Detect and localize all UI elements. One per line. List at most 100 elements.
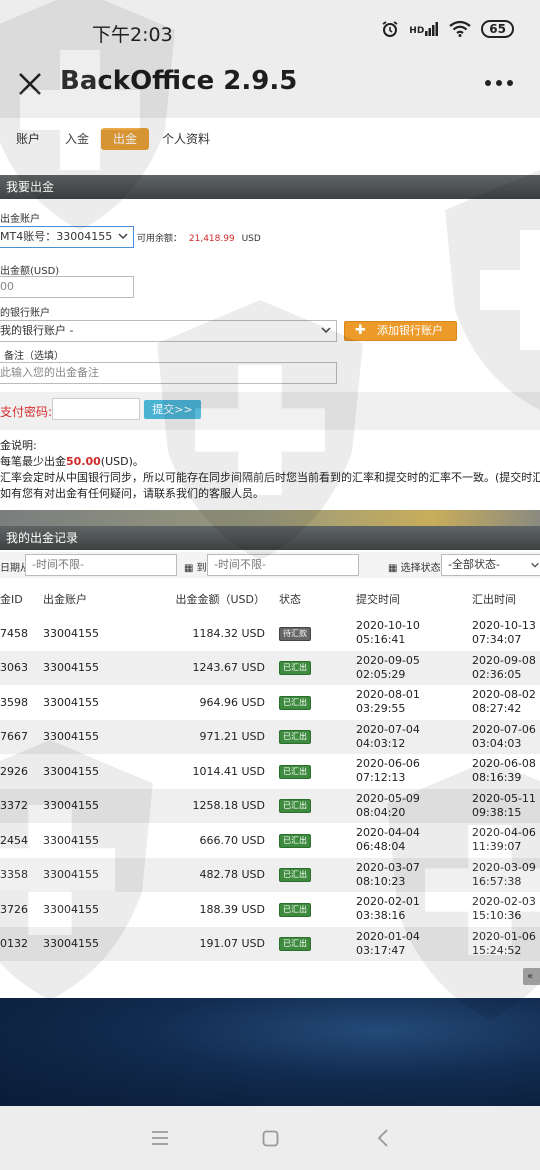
col-header-status: 状态 xyxy=(279,582,356,616)
cell-account: 33004155 xyxy=(43,823,144,858)
close-icon[interactable] xyxy=(16,70,44,98)
submit-time: 04:03:12 xyxy=(356,736,406,750)
amount-label: 出金额(USD) xyxy=(0,266,60,277)
app-bar: BackOffice 2.9.5 xyxy=(0,62,540,118)
cell-account: 33004155 xyxy=(43,892,144,927)
remit-date: 2020-04-06 xyxy=(472,826,536,840)
tab-account[interactable]: 账户 xyxy=(10,128,46,150)
cell-amount: 1258.18 USD xyxy=(144,788,279,823)
home-icon[interactable] xyxy=(262,1130,279,1147)
status-filter-value: -全部状态- xyxy=(448,558,500,571)
remit-time: 08:16:39 xyxy=(472,771,522,785)
cell-remit-time: 2020-04-06 11:39:07 xyxy=(472,823,540,858)
cell-id: 7667 xyxy=(0,719,43,754)
cell-amount: 188.39 USD xyxy=(144,892,279,927)
records-filter-bar: 日期从 -时间不限- ▦ 到 -时间不限- ▦ 选择状态 -全部状态- xyxy=(0,552,540,578)
remit-time: 07:34:07 xyxy=(472,633,522,647)
bank-select-value: 我的银行账户 - xyxy=(0,324,74,337)
submit-date: 2020-08-01 xyxy=(356,688,420,702)
memo-input[interactable]: 此输入您的出金备注 xyxy=(0,362,337,384)
submit-button[interactable]: 提交>> xyxy=(144,400,201,419)
calendar-icon: ▦ xyxy=(388,563,398,574)
system-nav-bar xyxy=(0,1106,540,1170)
cell-id: 0132 xyxy=(0,926,43,961)
cell-id: 3598 xyxy=(0,685,43,720)
cell-status: 已汇出 xyxy=(279,685,356,720)
notes-line-1-suffix: (USD)。 xyxy=(100,455,144,468)
status-filter-select[interactable]: -全部状态- xyxy=(441,554,540,576)
tab-profile[interactable]: 个人资料 xyxy=(158,128,214,150)
submit-time: 02:05:29 xyxy=(356,667,406,681)
bank-select[interactable]: 我的银行账户 - xyxy=(0,320,337,342)
cell-remit-time: 2020-03-09 16:57:38 xyxy=(472,857,540,892)
amount-input[interactable]: 00 xyxy=(0,276,134,298)
remit-date: 2020-08-02 xyxy=(472,688,536,702)
status-badge: 已汇出 xyxy=(279,902,311,917)
account-select[interactable]: MT4账号：33004155 xyxy=(0,226,134,248)
cell-account: 33004155 xyxy=(43,857,144,892)
cell-remit-time: 2020-09-08 02:36:05 xyxy=(472,650,540,685)
cell-id: 3063 xyxy=(0,650,43,685)
cell-account: 33004155 xyxy=(43,788,144,823)
cell-amount: 666.70 USD xyxy=(144,823,279,858)
submit-date: 2020-05-09 xyxy=(356,791,420,805)
notes-min-amount: 50.00 xyxy=(66,455,101,468)
notes-line-1-prefix: 每笔最少出金 xyxy=(0,455,66,468)
pagination-prev-button[interactable]: « xyxy=(523,968,540,985)
cell-status: 已汇出 xyxy=(279,754,356,789)
menu-icon[interactable] xyxy=(151,1130,169,1146)
remit-date: 2020-07-06 xyxy=(472,722,536,736)
cell-account: 33004155 xyxy=(43,650,144,685)
status-badge: 已汇出 xyxy=(279,764,311,779)
submit-date: 2020-03-07 xyxy=(356,860,420,874)
submit-date: 2020-06-06 xyxy=(356,757,420,771)
submit-date: 2020-04-04 xyxy=(356,826,420,840)
status-badge: 已汇出 xyxy=(279,868,311,883)
cell-submit-time: 2020-01-04 03:17:47 xyxy=(356,926,472,961)
remit-time: 08:27:42 xyxy=(472,702,522,716)
date-to-label-text: 到 xyxy=(196,563,207,574)
cell-remit-time: 2020-07-06 03:04:03 xyxy=(472,719,540,754)
memo-label: 备注（选填） xyxy=(4,351,64,362)
cell-remit-time: 2020-05-11 09:38:15 xyxy=(472,788,540,823)
status-filter-label: ▦ 选择状态 xyxy=(388,559,441,574)
date-from-input[interactable]: -时间不限- xyxy=(25,554,177,576)
account-select-value: MT4账号：33004155 xyxy=(0,230,113,243)
remit-date: 2020-09-08 xyxy=(472,653,536,667)
pay-password-input[interactable] xyxy=(52,398,140,420)
add-bank-account-label: 添加银行账户 xyxy=(377,324,443,337)
cell-submit-time: 2020-03-07 08:10:23 xyxy=(356,857,472,892)
submit-time: 03:17:47 xyxy=(356,943,406,957)
more-icon[interactable] xyxy=(484,70,514,95)
cell-amount: 1184.32 USD xyxy=(144,616,279,651)
cell-remit-time: 2020-01-06 15:24:52 xyxy=(472,926,540,961)
remit-time: 15:10:36 xyxy=(472,909,522,923)
signal-icon: HD xyxy=(409,22,439,36)
add-bank-account-button[interactable]: ✚ 添加银行账户 xyxy=(344,321,457,341)
cell-account: 33004155 xyxy=(43,926,144,961)
calendar-icon: ▦ xyxy=(184,563,194,574)
cell-id: 3358 xyxy=(0,857,43,892)
tab-withdraw[interactable]: 出金 xyxy=(101,128,149,150)
cell-amount: 971.21 USD xyxy=(144,719,279,754)
alarm-icon xyxy=(382,21,398,37)
submit-time: 05:16:41 xyxy=(356,633,406,647)
cell-id: 2454 xyxy=(0,823,43,858)
cell-id: 2926 xyxy=(0,754,43,789)
table-row: 2926 33004155 1014.41 USD 已汇出 2020-06-06 07:1… xyxy=(0,754,540,789)
records-section-header: 我的出金记录 xyxy=(0,526,540,550)
notes-line-3: 如有您有对出金有任何疑问，请联系我们的客服人员。 xyxy=(0,487,264,500)
pay-password-label: 支付密码: xyxy=(0,405,53,419)
cell-remit-time: 2020-06-08 08:16:39 xyxy=(472,754,540,789)
back-icon[interactable] xyxy=(377,1129,389,1147)
cell-submit-time: 2020-04-04 06:48:04 xyxy=(356,823,472,858)
chevron-down-icon xyxy=(321,327,331,334)
col-header-account: 出金账户 xyxy=(43,582,144,616)
tab-deposit[interactable]: 入金 xyxy=(58,128,96,150)
date-to-input[interactable]: -时间不限- xyxy=(207,554,359,576)
cell-status: 已汇出 xyxy=(279,650,356,685)
cell-id: 7458 xyxy=(0,616,43,651)
status-filter-label-text: 选择状态 xyxy=(400,563,441,574)
balance-info: 可用余额： 21,418.99 USD xyxy=(137,231,261,244)
cell-status: 已汇出 xyxy=(279,926,356,961)
